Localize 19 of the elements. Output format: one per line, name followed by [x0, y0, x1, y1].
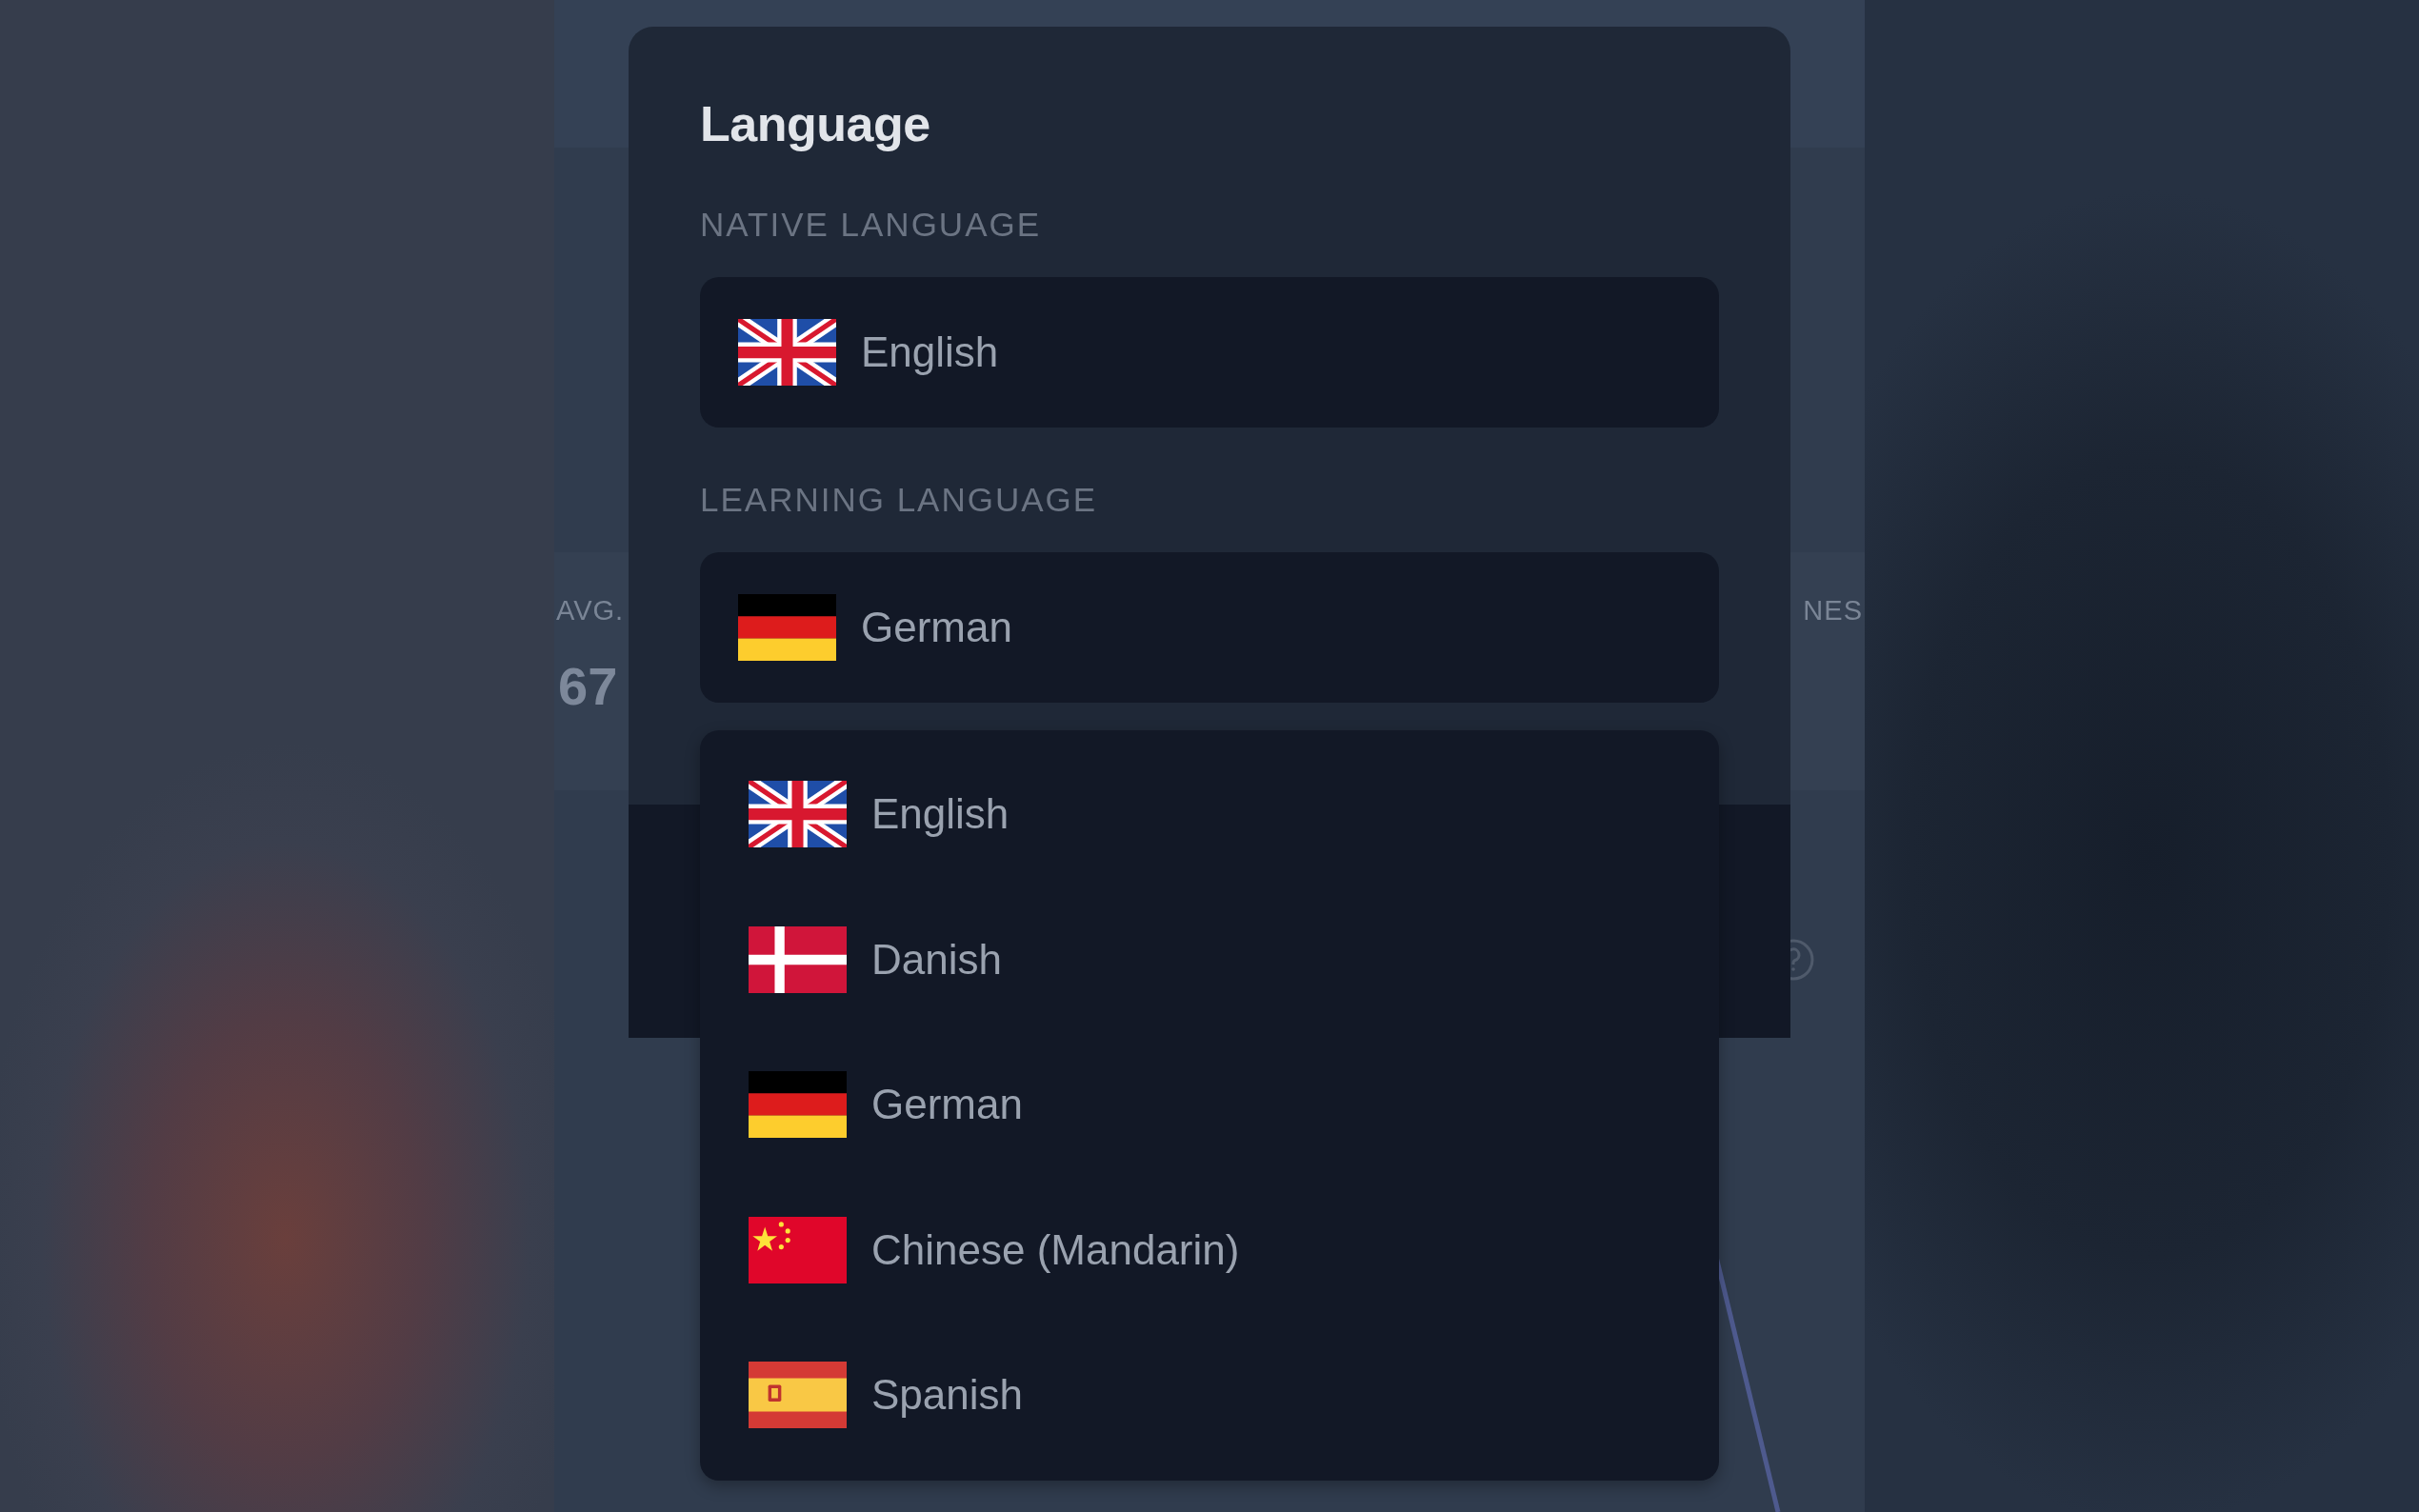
- uk-flag-icon: [749, 781, 847, 848]
- learning-language-select[interactable]: German: [700, 552, 1719, 703]
- field-label: NATIVE LANGUAGE: [700, 208, 1043, 241]
- germany-flag-icon: [738, 594, 836, 661]
- stat-label: AVG.: [555, 595, 626, 627]
- field-label: LEARNING LANGUAGE: [700, 483, 1099, 516]
- language-option[interactable]: Spanish: [700, 1323, 1719, 1468]
- native-language-select[interactable]: English: [700, 277, 1719, 428]
- denmark-flag-icon: [749, 925, 847, 993]
- spain-flag-icon: [749, 1362, 847, 1429]
- stat-value: 67: [557, 655, 619, 717]
- china-flag-icon: [749, 1216, 847, 1283]
- language-option[interactable]: English: [700, 742, 1719, 887]
- language-option[interactable]: German: [700, 1032, 1719, 1178]
- stat-label: NES: [1802, 595, 1864, 627]
- germany-flag-icon: [749, 1071, 847, 1139]
- uk-flag-icon: [738, 319, 836, 386]
- language-option[interactable]: Danish: [700, 886, 1719, 1032]
- language-option[interactable]: Chinese (Mandarin): [700, 1177, 1719, 1323]
